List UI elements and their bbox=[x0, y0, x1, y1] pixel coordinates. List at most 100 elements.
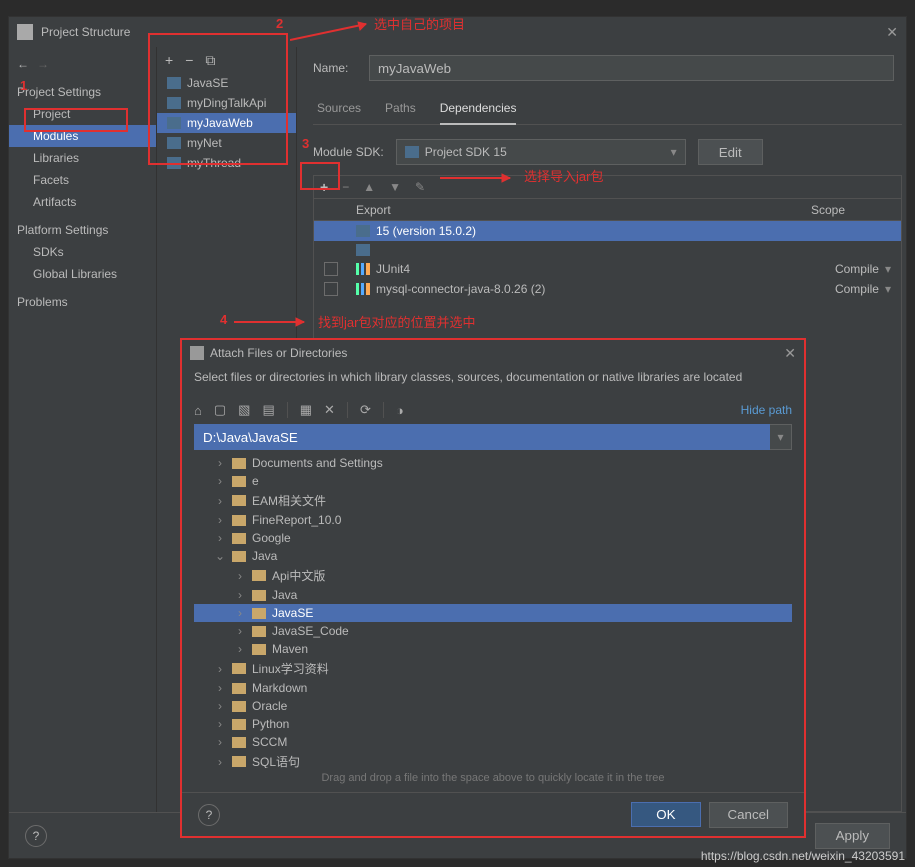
tree-node[interactable]: ›Java bbox=[194, 586, 792, 604]
forward-icon[interactable]: → bbox=[37, 57, 49, 71]
show-hidden-icon[interactable]: ◑ bbox=[396, 403, 404, 418]
path-dropdown[interactable]: ▾ bbox=[770, 424, 792, 450]
module-item[interactable]: myNet bbox=[157, 133, 296, 153]
name-input[interactable] bbox=[369, 55, 894, 81]
tree-node[interactable]: ⌄Java bbox=[194, 547, 792, 565]
up-icon[interactable]: ▲ bbox=[363, 180, 375, 194]
apply-button[interactable]: Apply bbox=[815, 823, 890, 849]
expand-icon[interactable]: ⌄ bbox=[214, 549, 226, 563]
tree-node[interactable]: ›JavaSE bbox=[194, 604, 792, 622]
close-icon[interactable]: ✕ bbox=[784, 345, 796, 362]
help-icon[interactable]: ? bbox=[198, 804, 220, 826]
tree-node[interactable]: ›Maven bbox=[194, 640, 792, 658]
sidebar-item-artifacts[interactable]: Artifacts bbox=[9, 191, 156, 213]
project-icon[interactable]: ▧ bbox=[238, 402, 250, 418]
expand-icon[interactable]: › bbox=[214, 513, 226, 527]
dependency-row[interactable]: mysql-connector-java-8.0.26 (2)Compile▾ bbox=[314, 279, 901, 299]
tree-node[interactable]: ›SQL语句 bbox=[194, 751, 792, 768]
expand-icon[interactable]: › bbox=[214, 699, 226, 713]
close-icon[interactable]: ✕ bbox=[886, 24, 898, 41]
refresh-icon[interactable]: ⟳ bbox=[360, 402, 371, 418]
dependency-name: JUnit4 bbox=[376, 262, 410, 276]
sidebar-item-libraries[interactable]: Libraries bbox=[9, 147, 156, 169]
tab-dependencies[interactable]: Dependencies bbox=[440, 97, 517, 125]
folder-icon bbox=[232, 476, 246, 487]
tree-label: SCCM bbox=[252, 735, 287, 749]
expand-icon[interactable]: › bbox=[214, 755, 226, 769]
sidebar-item-project[interactable]: Project bbox=[9, 103, 156, 125]
back-icon[interactable]: ← bbox=[17, 57, 29, 71]
path-input[interactable] bbox=[194, 424, 770, 450]
expand-icon[interactable]: › bbox=[214, 735, 226, 749]
tab-paths[interactable]: Paths bbox=[385, 97, 416, 124]
expand-icon[interactable]: › bbox=[234, 588, 246, 602]
new-folder-icon[interactable]: ▦ bbox=[300, 402, 312, 418]
module-item[interactable]: myJavaWeb bbox=[157, 113, 296, 133]
module-item[interactable]: JavaSE bbox=[157, 73, 296, 93]
add-dependency-icon[interactable]: + bbox=[320, 179, 328, 195]
tree-node[interactable]: ›Markdown bbox=[194, 679, 792, 697]
add-module-icon[interactable]: + bbox=[165, 52, 173, 68]
expand-icon[interactable]: › bbox=[214, 681, 226, 695]
tree-node[interactable]: ›FineReport_10.0 bbox=[194, 511, 792, 529]
library-icon bbox=[356, 283, 370, 295]
expand-icon[interactable]: › bbox=[234, 642, 246, 656]
sidebar-header-platform: Platform Settings bbox=[9, 213, 156, 241]
tree-node[interactable]: ›Api中文版 bbox=[194, 565, 792, 586]
sidebar-item-facets[interactable]: Facets bbox=[9, 169, 156, 191]
expand-icon[interactable]: › bbox=[234, 606, 246, 620]
edit-button[interactable]: Edit bbox=[698, 139, 763, 165]
expand-icon[interactable]: › bbox=[214, 662, 226, 676]
expand-icon[interactable]: › bbox=[214, 717, 226, 731]
sub-description: Select files or directories in which lib… bbox=[182, 366, 804, 396]
sidebar-item-modules[interactable]: Modules bbox=[9, 125, 156, 147]
tree-node[interactable]: ›Python bbox=[194, 715, 792, 733]
tree-node[interactable]: ›JavaSE_Code bbox=[194, 622, 792, 640]
edit-icon[interactable]: ✎ bbox=[415, 180, 425, 194]
folder-icon bbox=[232, 515, 246, 526]
export-checkbox[interactable] bbox=[324, 262, 338, 276]
tree-node[interactable]: ›Oracle bbox=[194, 697, 792, 715]
tree-node[interactable]: › SCCM bbox=[194, 733, 792, 751]
tree-node[interactable]: › Google bbox=[194, 529, 792, 547]
file-tree[interactable]: ›Documents and Settings›e›EAM相关文件›FineRe… bbox=[182, 454, 804, 768]
down-icon[interactable]: ▼ bbox=[389, 180, 401, 194]
module-item[interactable]: myDingTalkApi bbox=[157, 93, 296, 113]
export-checkbox[interactable] bbox=[324, 282, 338, 296]
tree-node[interactable]: ›Linux学习资料 bbox=[194, 658, 792, 679]
module-icon bbox=[167, 157, 181, 169]
tab-sources[interactable]: Sources bbox=[317, 97, 361, 124]
folder-icon bbox=[252, 570, 266, 581]
desktop-icon[interactable]: ▢ bbox=[214, 402, 226, 418]
expand-icon[interactable]: › bbox=[214, 456, 226, 470]
module-icon bbox=[167, 97, 181, 109]
sidebar-item-sdks[interactable]: SDKs bbox=[9, 241, 156, 263]
sidebar-header-problems[interactable]: Problems bbox=[9, 285, 156, 313]
expand-icon[interactable]: › bbox=[214, 494, 226, 508]
sdk-dropdown[interactable]: Project SDK 15 ▾ bbox=[396, 139, 686, 165]
delete-icon[interactable]: ✕ bbox=[324, 402, 335, 418]
expand-icon[interactable]: › bbox=[214, 474, 226, 488]
copy-module-icon[interactable]: ⧉ bbox=[205, 52, 215, 69]
dependency-row[interactable]: JUnit4Compile▾ bbox=[314, 259, 901, 279]
help-icon[interactable]: ? bbox=[25, 825, 47, 847]
sidebar-item-global-libraries[interactable]: Global Libraries bbox=[9, 263, 156, 285]
dependency-row[interactable] bbox=[314, 241, 901, 259]
tree-node[interactable]: ›e bbox=[194, 472, 792, 490]
module-item[interactable]: myThread bbox=[157, 153, 296, 173]
remove-dependency-icon[interactable]: − bbox=[342, 180, 349, 194]
tree-node[interactable]: ›EAM相关文件 bbox=[194, 490, 792, 511]
expand-icon[interactable]: › bbox=[234, 624, 246, 638]
ok-button[interactable]: OK bbox=[631, 802, 700, 827]
remove-module-icon[interactable]: − bbox=[185, 52, 193, 68]
expand-icon[interactable]: › bbox=[234, 569, 246, 583]
expand-icon[interactable]: › bbox=[214, 531, 226, 545]
watermark: https://blog.csdn.net/weixin_43203591 bbox=[701, 849, 905, 863]
hide-path-link[interactable]: Hide path bbox=[741, 403, 792, 417]
tree-label: Google bbox=[252, 531, 291, 545]
tree-node[interactable]: ›Documents and Settings bbox=[194, 454, 792, 472]
module-icon[interactable]: ▤ bbox=[262, 402, 274, 418]
cancel-button[interactable]: Cancel bbox=[709, 802, 789, 828]
dependency-row[interactable]: 15 (version 15.0.2) bbox=[314, 221, 901, 241]
home-icon[interactable]: ⌂ bbox=[194, 403, 202, 418]
